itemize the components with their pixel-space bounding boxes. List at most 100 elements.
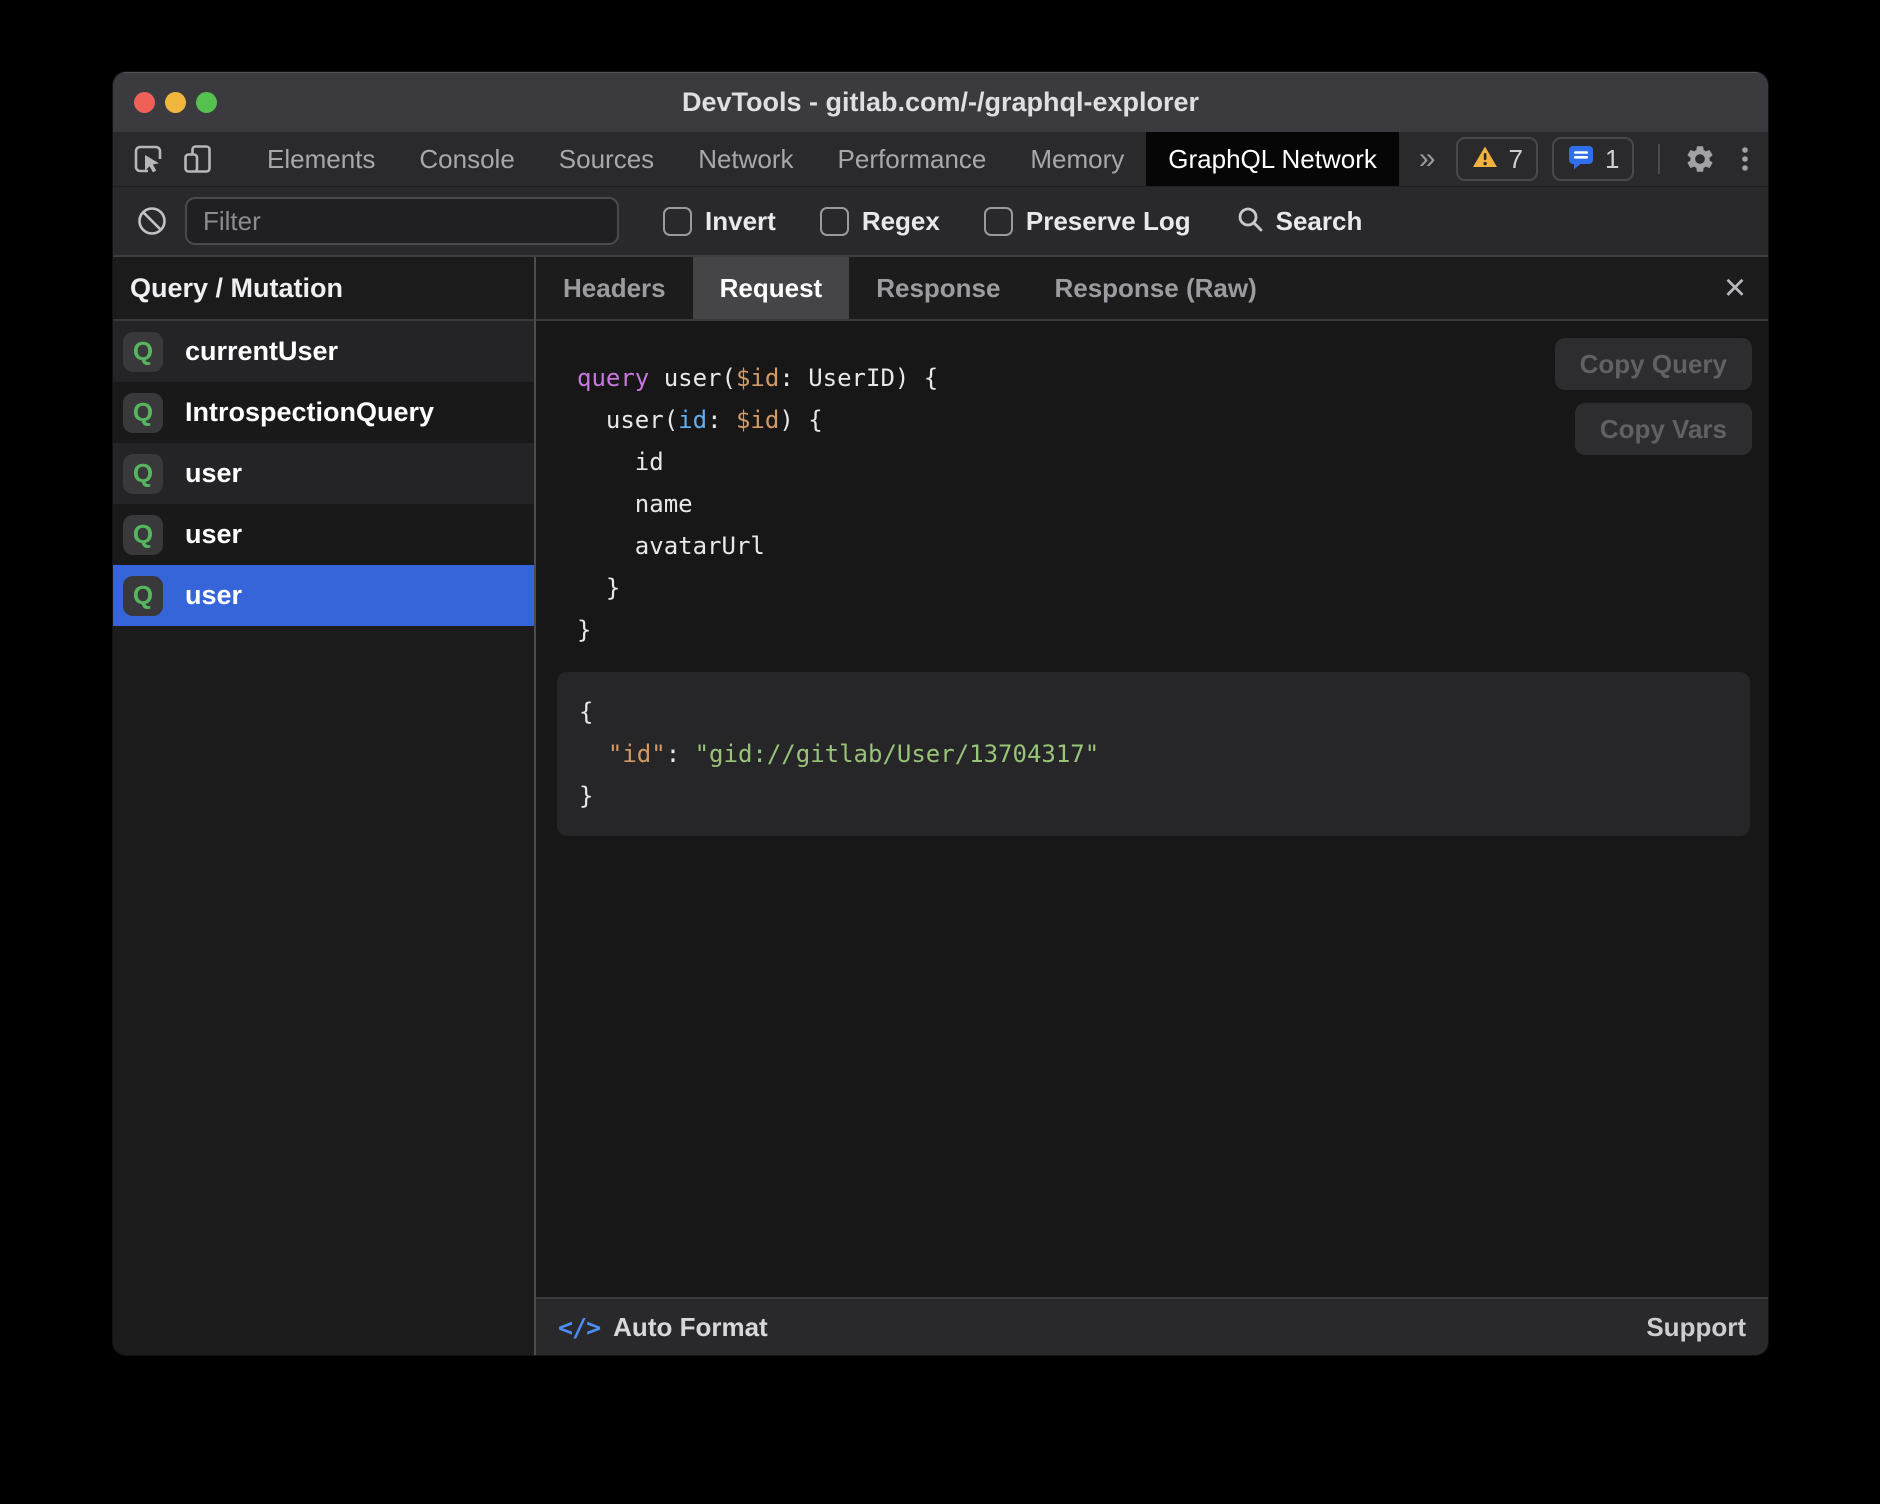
code-token: "gid://gitlab/User/13704317"	[695, 740, 1100, 768]
detail-tabs: HeadersRequestResponseResponse (Raw)	[536, 257, 1284, 319]
request-name-label: user	[185, 580, 242, 611]
code-line: }	[577, 567, 1768, 609]
kebab-menu-icon[interactable]	[1730, 143, 1760, 175]
invert-checkbox[interactable]	[663, 207, 692, 236]
minimize-window-button[interactable]	[165, 92, 186, 113]
message-bubble-icon	[1567, 143, 1595, 176]
detail-tab-headers[interactable]: Headers	[536, 257, 693, 319]
device-toolbar-icon[interactable]	[181, 142, 215, 176]
devtools-tab-performance[interactable]: Performance	[816, 132, 1009, 186]
auto-format-control[interactable]: </> Auto Format	[558, 1312, 768, 1343]
request-tab-body: Copy Query Copy Vars query user($id: Use…	[536, 321, 1768, 1297]
request-name-label: IntrospectionQuery	[185, 397, 434, 428]
devtools-tab-console[interactable]: Console	[397, 132, 536, 186]
code-token: name	[577, 490, 693, 518]
devtools-tab-network[interactable]: Network	[676, 132, 815, 186]
titlebar: DevTools - gitlab.com/-/graphql-explorer	[113, 72, 1768, 132]
warning-icon	[1471, 144, 1499, 175]
code-token	[579, 740, 608, 768]
clear-block-icon[interactable]	[135, 204, 169, 238]
warning-count: 7	[1509, 144, 1523, 175]
issues-count: 1	[1605, 144, 1619, 175]
code-token: id	[678, 406, 707, 434]
filter-bar: Invert Regex Preserve Log Search	[113, 187, 1768, 257]
regex-label: Regex	[862, 206, 940, 237]
code-line: {	[579, 691, 1730, 733]
request-name-label: user	[185, 519, 242, 550]
query-type-badge: Q	[123, 454, 163, 494]
query-type-badge: Q	[123, 576, 163, 616]
code-token: query	[577, 364, 649, 392]
detail-tab-response-raw[interactable]: Response (Raw)	[1027, 257, 1283, 319]
request-list-sidebar: Query / Mutation QcurrentUser Q Introspect…	[113, 257, 536, 1355]
close-window-button[interactable]	[134, 92, 155, 113]
request-list-item-currentuser-0[interactable]: QcurrentUser	[113, 321, 534, 382]
filter-option-regex[interactable]: Regex	[820, 206, 940, 237]
filter-option-preserve-log[interactable]: Preserve Log	[984, 206, 1191, 237]
toolbar-separator	[1658, 144, 1660, 174]
request-list-item-user-2[interactable]: Quser	[113, 443, 534, 504]
filter-option-invert[interactable]: Invert	[663, 206, 776, 237]
request-name-label: currentUser	[185, 336, 338, 367]
toolbar-right-group: 7 1	[1456, 132, 1768, 186]
detail-tab-request[interactable]: Request	[693, 257, 850, 319]
code-token: ) {	[779, 406, 822, 434]
code-brackets-icon: </>	[558, 1313, 600, 1342]
code-token: avatarUrl	[577, 532, 765, 560]
devtools-tab-strip: ElementsConsoleSourcesNetworkPerformance…	[245, 132, 1399, 186]
settings-gear-icon[interactable]	[1684, 143, 1716, 175]
code-line: }	[577, 609, 1768, 651]
toolbar-left-icons	[113, 132, 225, 186]
zoom-window-button[interactable]	[196, 92, 217, 113]
devtools-tab-memory[interactable]: Memory	[1008, 132, 1146, 186]
main-content: Query / Mutation QcurrentUser Q Introspect…	[113, 257, 1768, 1355]
regex-checkbox[interactable]	[820, 207, 849, 236]
traffic-lights	[113, 92, 217, 113]
filter-input[interactable]	[185, 197, 619, 245]
invert-label: Invert	[705, 206, 776, 237]
code-line: avatarUrl	[577, 525, 1768, 567]
more-tabs-chevron-icon[interactable]: »	[1399, 132, 1456, 186]
request-name-label: user	[185, 458, 242, 489]
inspect-element-icon[interactable]	[131, 142, 165, 176]
detail-tab-strip: HeadersRequestResponseResponse (Raw) ×	[536, 257, 1768, 321]
devtools-toolbar: ElementsConsoleSourcesNetworkPerformance…	[113, 132, 1768, 187]
devtools-tab-elements[interactable]: Elements	[245, 132, 397, 186]
query-type-badge: Q	[123, 393, 163, 433]
request-detail-panel: HeadersRequestResponseResponse (Raw) × C…	[536, 257, 1768, 1355]
copy-query-button[interactable]: Copy Query	[1555, 338, 1752, 390]
request-list: QcurrentUserQIntrospectionQueryQuserQuse…	[113, 321, 534, 626]
issues-badge[interactable]: 1	[1552, 137, 1634, 181]
warnings-badge[interactable]: 7	[1456, 137, 1538, 181]
auto-format-label: Auto Format	[613, 1312, 768, 1343]
code-token: user(	[649, 364, 736, 392]
code-token: }	[577, 616, 591, 644]
copy-vars-button[interactable]: Copy Vars	[1575, 403, 1752, 455]
search-control[interactable]: Search	[1235, 204, 1363, 239]
code-token: user(	[577, 406, 678, 434]
preserve-log-checkbox[interactable]	[984, 207, 1013, 236]
close-panel-icon[interactable]: ×	[1702, 257, 1768, 319]
detail-tab-response[interactable]: Response	[849, 257, 1027, 319]
devtools-tab-sources[interactable]: Sources	[537, 132, 676, 186]
search-label: Search	[1276, 206, 1363, 237]
graphql-variables-box[interactable]: { "id": "gid://gitlab/User/13704317"}	[557, 672, 1750, 836]
sidebar-header: Query / Mutation	[113, 257, 534, 321]
devtools-window: DevTools - gitlab.com/-/graphql-explorer	[113, 72, 1768, 1355]
code-token: :	[707, 406, 736, 434]
request-list-item-introspectionquery-1[interactable]: Q IntrospectionQuery	[113, 382, 534, 443]
request-list-item-user-3[interactable]: Quser	[113, 504, 534, 565]
devtools-tab-graphql-network[interactable]: GraphQL Network	[1146, 132, 1399, 186]
search-icon	[1235, 204, 1265, 239]
code-token: }	[577, 574, 620, 602]
window-title: DevTools - gitlab.com/-/graphql-explorer	[113, 87, 1768, 118]
support-link[interactable]: Support	[1646, 1312, 1746, 1343]
preserve-log-label: Preserve Log	[1026, 206, 1191, 237]
query-type-badge: Q	[123, 515, 163, 555]
code-token: : UserID) {	[779, 364, 938, 392]
request-list-item-user-4[interactable]: Quser	[113, 565, 534, 626]
code-token: $id	[736, 364, 779, 392]
panel-footer: </> Auto Format Support	[536, 1297, 1768, 1355]
code-line: "id": "gid://gitlab/User/13704317"	[579, 733, 1730, 775]
code-token: "id"	[608, 740, 666, 768]
